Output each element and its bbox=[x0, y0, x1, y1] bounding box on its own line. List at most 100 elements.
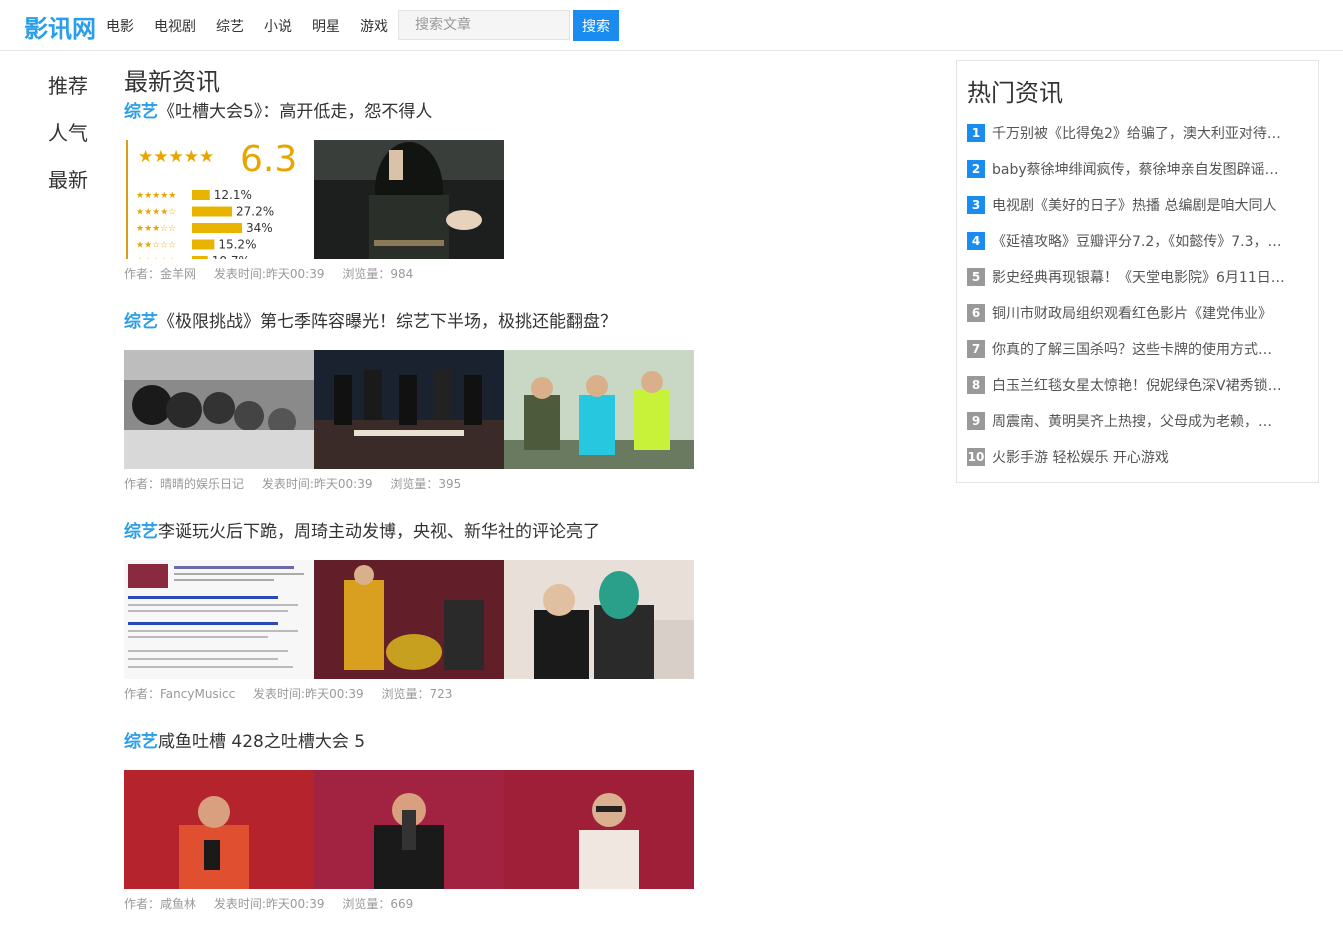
rating-score: 6.3 bbox=[240, 140, 297, 180]
hot-news-item[interactable]: 8 白玉兰红毯女星太惊艳！倪妮绿色深V裙秀锁… bbox=[967, 367, 1307, 403]
article-title[interactable]: 综艺《吐槽大会5》：高开低走，怨不得人 bbox=[124, 100, 824, 126]
nav-item-variety[interactable]: 综艺 bbox=[216, 16, 244, 36]
article-image[interactable] bbox=[504, 350, 694, 469]
hot-news-item[interactable]: 10 火影手游 轻松娱乐 开心游戏 bbox=[967, 439, 1307, 475]
rating-bar bbox=[192, 206, 232, 217]
rating-pct: 15.2% bbox=[218, 238, 256, 252]
rank-badge: 10 bbox=[967, 448, 985, 466]
hot-news-item[interactable]: 3 电视剧《美好的日子》热播 总编剧是咱大同人 bbox=[967, 187, 1307, 223]
rating-bar bbox=[192, 256, 208, 259]
article-title-text[interactable]: 李诞玩火后下跪，周琦主动发博，央视、新华社的评论亮了 bbox=[158, 522, 600, 542]
rank-badge: 6 bbox=[967, 304, 985, 322]
site-logo[interactable]: 影讯网 bbox=[24, 9, 96, 44]
rating-pct: 10.7% bbox=[212, 254, 250, 259]
rank-badge: 7 bbox=[967, 340, 985, 358]
rating-bar bbox=[192, 223, 242, 233]
search-input[interactable] bbox=[398, 10, 570, 40]
article-title[interactable]: 综艺咸鱼吐槽 428之吐槽大会 5 bbox=[124, 730, 824, 756]
hot-news-item[interactable]: 5 影史经典再现银幕！《天堂电影院》6月11日… bbox=[967, 259, 1307, 295]
side-item-latest[interactable]: 最新 bbox=[48, 164, 88, 211]
article-author: 作者：FancyMusicc bbox=[124, 687, 236, 701]
nav-item-tv[interactable]: 电视剧 bbox=[154, 16, 196, 36]
hot-news-item[interactable]: 6 铜川市财政局组织观看红色影片《建党伟业》 bbox=[967, 295, 1307, 331]
rating-pct: 12.1% bbox=[214, 188, 252, 202]
article-meta: 作者：晴晴的娱乐日记 发表时间:昨天00:39 浏览量：395 bbox=[124, 475, 824, 492]
article-time: 发表时间:昨天00:39 bbox=[261, 477, 373, 491]
article-image[interactable] bbox=[124, 770, 314, 889]
rating-chart: ★★★★★ 6.3 ★★★★★ 12.1%★★★★☆ 27.2%★★★☆☆ 34%★★… bbox=[136, 140, 297, 259]
article-image[interactable] bbox=[314, 350, 504, 469]
article-thumbnails bbox=[124, 770, 824, 889]
hot-news-link[interactable]: 铜川市财政局组织观看红色影片《建党伟业》 bbox=[992, 303, 1302, 323]
rating-row-stars: ★★★☆☆ bbox=[136, 224, 176, 234]
article-author: 作者：晴晴的娱乐日记 bbox=[124, 477, 245, 491]
article-card: 综艺咸鱼吐槽 428之吐槽大会 5 作者：咸鱼林 发表时间:昨天00:39 浏览… bbox=[124, 730, 824, 912]
article-title-text[interactable]: 《吐槽大会5》：高开低走，怨不得人 bbox=[158, 102, 432, 122]
nav-item-game[interactable]: 游戏 bbox=[360, 16, 388, 36]
rating-pct: 27.2% bbox=[236, 205, 274, 219]
hot-news-link[interactable]: 电视剧《美好的日子》热播 总编剧是咱大同人 bbox=[992, 195, 1302, 215]
article-time: 发表时间:昨天00:39 bbox=[213, 897, 325, 911]
hot-news-panel: 热门资讯 1 千万别被《比得兔2》给骗了，澳大利亚对待… 2 baby蔡徐坤绯闻疯传，… bbox=[956, 60, 1319, 483]
main-nav: 电影 电视剧 综艺 小说 明星 游戏 bbox=[106, 16, 408, 36]
article-tag[interactable]: 综艺 bbox=[124, 312, 158, 332]
article-views: 浏览量：984 bbox=[342, 267, 414, 281]
hot-news-item[interactable]: 9 周震南、黄明昊齐上热搜，父母成为老赖，… bbox=[967, 403, 1307, 439]
rank-badge: 9 bbox=[967, 412, 985, 430]
article-views: 浏览量：723 bbox=[381, 687, 453, 701]
rating-row-stars: ★★★★★ bbox=[136, 191, 176, 201]
hot-news-list: 1 千万别被《比得兔2》给骗了，澳大利亚对待… 2 baby蔡徐坤绯闻疯传，蔡徐坤亲自… bbox=[967, 115, 1307, 475]
article-title[interactable]: 综艺李诞玩火后下跪，周琦主动发博，央视、新华社的评论亮了 bbox=[124, 520, 824, 546]
article-card: 综艺李诞玩火后下跪，周琦主动发博，央视、新华社的评论亮了 作者：FancyMus… bbox=[124, 520, 824, 702]
hot-news-link[interactable]: 《延禧攻略》豆瓣评分7.2，《如懿传》7.3，… bbox=[992, 231, 1302, 251]
article-image[interactable] bbox=[124, 350, 314, 469]
article-image[interactable] bbox=[314, 770, 504, 889]
search-button[interactable]: 搜索 bbox=[573, 10, 619, 41]
article-image[interactable] bbox=[504, 560, 694, 679]
article-thumbnails bbox=[124, 560, 824, 679]
article-image[interactable] bbox=[124, 560, 314, 679]
side-item-popular[interactable]: 人气 bbox=[48, 117, 88, 164]
rating-pct: 34% bbox=[246, 221, 273, 235]
article-image[interactable] bbox=[314, 560, 504, 679]
article-author: 作者：咸鱼林 bbox=[124, 897, 197, 911]
rating-row-stars: ★☆☆☆☆ bbox=[136, 257, 176, 259]
rank-badge: 4 bbox=[967, 232, 985, 250]
hot-news-link[interactable]: 千万别被《比得兔2》给骗了，澳大利亚对待… bbox=[992, 123, 1302, 143]
side-item-recommend[interactable]: 推荐 bbox=[48, 70, 88, 117]
top-header: 影讯网 电影 电视剧 综艺 小说 明星 游戏 搜索 bbox=[0, 0, 1343, 51]
article-tag[interactable]: 综艺 bbox=[124, 522, 158, 542]
article-views: 浏览量：395 bbox=[390, 477, 462, 491]
hot-news-link[interactable]: 你真的了解三国杀吗？这些卡牌的使用方式… bbox=[992, 339, 1302, 359]
article-image[interactable] bbox=[314, 140, 504, 259]
article-meta: 作者：金羊网 发表时间:昨天00:39 浏览量：984 bbox=[124, 265, 824, 282]
rank-badge: 8 bbox=[967, 376, 985, 394]
hot-news-item[interactable]: 7 你真的了解三国杀吗？这些卡牌的使用方式… bbox=[967, 331, 1307, 367]
article-image[interactable] bbox=[504, 770, 694, 889]
article-views: 浏览量：669 bbox=[342, 897, 414, 911]
nav-item-movie[interactable]: 电影 bbox=[106, 16, 134, 36]
hot-news-link[interactable]: 白玉兰红毯女星太惊艳！倪妮绿色深V裙秀锁… bbox=[992, 375, 1302, 395]
rating-chart-image[interactable]: ★★★★★ 6.3 ★★★★★ 12.1% ★★★★☆ 27.2% ★★★☆☆ 34% ★★… bbox=[126, 140, 310, 259]
article-title[interactable]: 综艺《极限挑战》第七季阵容曝光！综艺下半场，极挑还能翻盘？ bbox=[124, 310, 824, 336]
hot-news-item[interactable]: 2 baby蔡徐坤绯闻疯传，蔡徐坤亲自发图辟谣… bbox=[967, 151, 1307, 187]
hot-news-link[interactable]: 火影手游 轻松娱乐 开心游戏 bbox=[992, 447, 1302, 467]
article-time: 发表时间:昨天00:39 bbox=[253, 687, 364, 701]
article-author: 作者：金羊网 bbox=[124, 267, 197, 281]
hot-news-item[interactable]: 4 《延禧攻略》豆瓣评分7.2，《如懿传》7.3，… bbox=[967, 223, 1307, 259]
rating-stars: ★★★★★ bbox=[138, 147, 214, 167]
nav-item-star[interactable]: 明星 bbox=[312, 16, 340, 36]
rating-bar bbox=[192, 239, 215, 250]
article-tag[interactable]: 综艺 bbox=[124, 102, 158, 122]
rank-badge: 2 bbox=[967, 160, 985, 178]
article-time: 发表时间:昨天00:39 bbox=[213, 267, 325, 281]
article-tag[interactable]: 综艺 bbox=[124, 732, 158, 752]
rank-badge: 1 bbox=[967, 124, 985, 142]
hot-news-item[interactable]: 1 千万别被《比得兔2》给骗了，澳大利亚对待… bbox=[967, 115, 1307, 151]
hot-news-link[interactable]: 周震南、黄明昊齐上热搜，父母成为老赖，… bbox=[992, 411, 1302, 431]
hot-news-link[interactable]: baby蔡徐坤绯闻疯传，蔡徐坤亲自发图辟谣… bbox=[992, 159, 1302, 179]
hot-news-link[interactable]: 影史经典再现银幕！《天堂电影院》6月11日… bbox=[992, 267, 1302, 287]
article-title-text[interactable]: 咸鱼吐槽 428之吐槽大会 5 bbox=[158, 732, 365, 752]
nav-item-novel[interactable]: 小说 bbox=[264, 16, 292, 36]
article-title-text[interactable]: 《极限挑战》第七季阵容曝光！综艺下半场，极挑还能翻盘？ bbox=[158, 312, 617, 332]
